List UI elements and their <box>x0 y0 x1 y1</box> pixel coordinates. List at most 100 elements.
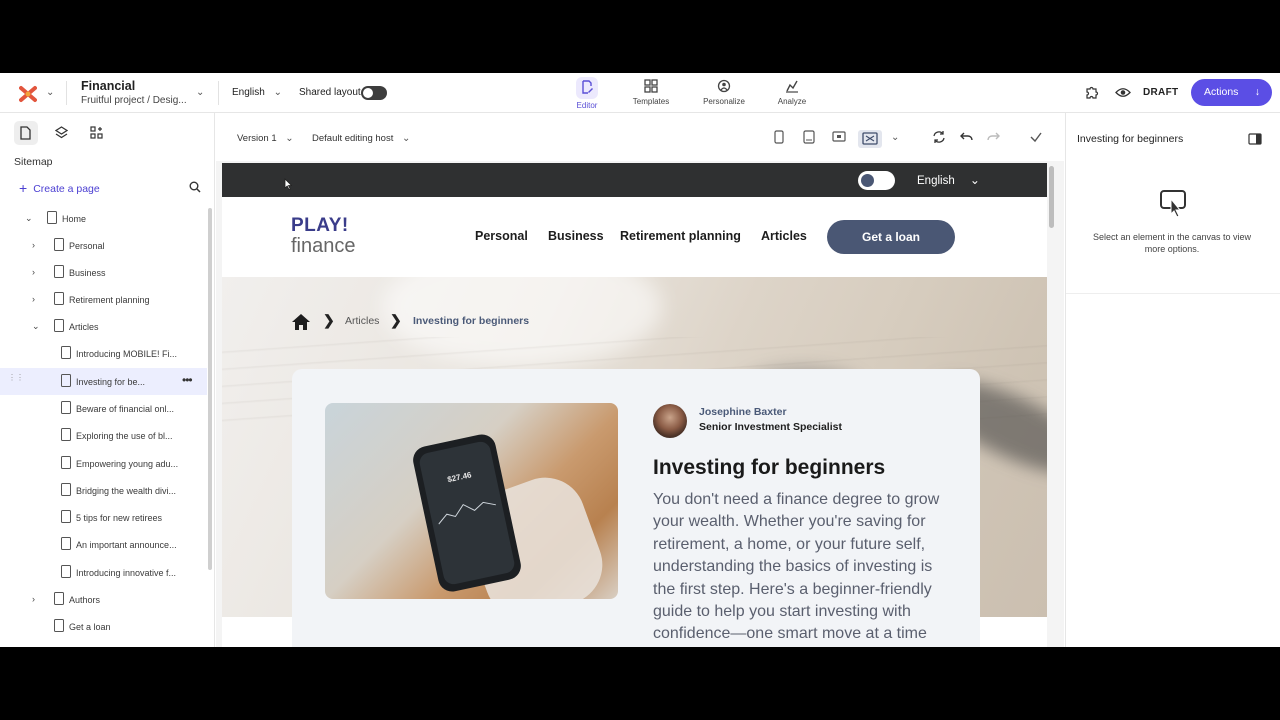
create-page-button[interactable]: + Create a page <box>19 180 100 196</box>
drag-handle-icon[interactable]: ⋮⋮ <box>8 374 24 382</box>
article-image[interactable]: $27.46 <box>325 403 618 599</box>
desktop-view-icon[interactable] <box>832 130 846 144</box>
tree-item-home[interactable]: ⌄ Home <box>0 205 207 232</box>
refresh-icon[interactable] <box>932 130 946 144</box>
site-logo-bottom[interactable]: finance <box>291 235 356 258</box>
chevron-down-icon: ⌄ <box>401 133 411 144</box>
canvas-scrollbar[interactable] <box>1049 166 1054 228</box>
page-icon <box>54 619 64 632</box>
tree-item-get-a-loan[interactable]: Get a loan <box>0 613 207 640</box>
tree-item-article-selected[interactable]: ⋮⋮ Investing for be... ••• <box>0 368 207 395</box>
tree-item-article[interactable]: Beware of financial onl... <box>0 395 207 422</box>
breadcrumb-articles[interactable]: Articles <box>345 315 379 327</box>
project-selector[interactable]: Financial Fruitful project / Desig... <box>81 79 187 106</box>
page-icon <box>61 346 71 359</box>
tree-item-article[interactable]: Introducing MOBILE! Fi... <box>0 340 207 367</box>
mode-editor[interactable]: Editor <box>557 77 617 110</box>
project-chevron-icon[interactable]: ⌄ <box>196 87 204 98</box>
chevron-down-icon[interactable]: ⌄ <box>32 321 40 332</box>
chart-line-icon <box>438 501 497 525</box>
tab-layers[interactable] <box>49 121 73 145</box>
puzzle-icon[interactable] <box>1084 85 1099 100</box>
sidebar-scrollbar[interactable] <box>208 208 212 570</box>
tree-item-authors[interactable]: › Authors <box>0 586 207 613</box>
tree-item-label: Investing for be... <box>76 377 146 387</box>
tree-item-label: Personal <box>69 241 105 251</box>
panel-title: Investing for beginners <box>1077 133 1184 145</box>
mobile-view-icon[interactable] <box>774 130 784 144</box>
divider <box>218 81 219 105</box>
tree-item-article[interactable]: An important announce... <box>0 531 207 558</box>
home-icon[interactable] <box>291 313 311 331</box>
search-icon[interactable] <box>189 181 201 193</box>
tree-item-label: Beware of financial onl... <box>76 404 175 414</box>
chevron-right-icon[interactable]: › <box>32 267 35 277</box>
status-badge: DRAFT <box>1143 87 1179 98</box>
chevron-right-icon[interactable]: › <box>32 294 35 304</box>
tree-item-article[interactable]: Introducing innovative f... <box>0 559 207 586</box>
tree-item-business[interactable]: › Business <box>0 259 207 286</box>
more-options-icon[interactable]: ••• <box>182 373 193 387</box>
site-theme-toggle[interactable] <box>858 171 895 190</box>
mode-analyze[interactable]: Analyze <box>762 77 822 106</box>
mode-personalize[interactable]: Personalize <box>694 77 754 106</box>
chevron-down-icon[interactable]: ⌄ <box>25 213 33 224</box>
tablet-view-icon[interactable] <box>803 130 815 144</box>
actions-button[interactable]: Actions ↓ <box>1191 79 1272 106</box>
version-selector[interactable]: Version 1 ⌄ <box>237 133 294 144</box>
language-selector[interactable]: English ⌄ <box>232 87 282 98</box>
mode-templates[interactable]: Templates <box>621 77 681 106</box>
nav-link-articles[interactable]: Articles <box>761 229 807 243</box>
get-a-loan-button[interactable]: Get a loan <box>827 220 955 254</box>
chevron-down-icon: ⌄ <box>273 87 282 98</box>
article-card[interactable]: $27.46 Josephine Baxter Senior Investmen… <box>292 369 980 647</box>
article-title: Investing for beginners <box>653 456 886 479</box>
tab-components[interactable] <box>84 121 108 145</box>
site-header: PLAY! finance Personal Business Retireme… <box>222 197 1047 277</box>
tree-item-article[interactable]: Exploring the use of bl... <box>0 422 207 449</box>
site-logo-top[interactable]: PLAY! <box>291 215 349 237</box>
page-icon <box>54 292 64 305</box>
tree-item-article[interactable]: 5 tips for new retirees <box>0 504 207 531</box>
panel-toggle-icon[interactable] <box>1248 133 1262 145</box>
author-name[interactable]: Josephine Baxter <box>699 406 787 418</box>
tree-item-article[interactable]: Empowering young adu... <box>0 450 207 477</box>
chevron-right-icon[interactable]: › <box>32 240 35 250</box>
project-name: Financial <box>81 79 136 93</box>
tree-item-articles[interactable]: ⌄ Articles <box>0 313 207 340</box>
mode-label: Templates <box>632 97 670 106</box>
page-preview-frame[interactable]: English ⌄ PLAY! finance Personal Busines… <box>222 163 1047 647</box>
tab-pages[interactable] <box>14 121 38 145</box>
site-language-selector[interactable]: English ⌄ <box>917 173 980 187</box>
tree-item-article[interactable]: Bridging the wealth divi... <box>0 477 207 504</box>
redo-icon[interactable] <box>986 130 1001 144</box>
page-icon <box>20 126 31 140</box>
preview-eye-icon[interactable] <box>1115 85 1131 100</box>
app-switcher-chevron-icon[interactable]: ⌄ <box>46 87 54 98</box>
mode-label: Editor <box>576 101 598 110</box>
fit-view-icon[interactable] <box>858 130 882 148</box>
nav-link-personal[interactable]: Personal <box>475 229 528 243</box>
page-icon <box>61 428 71 441</box>
tree-item-personal[interactable]: › Personal <box>0 232 207 259</box>
divider <box>66 81 67 105</box>
undo-icon[interactable] <box>959 130 974 144</box>
chevron-down-icon[interactable]: ⌄ <box>891 132 899 143</box>
nav-link-retirement-planning[interactable]: Retirement planning <box>620 229 741 243</box>
chevron-right-icon[interactable]: › <box>32 594 35 604</box>
site-language-label: English <box>917 175 955 187</box>
editing-host-selector[interactable]: Default editing host ⌄ <box>312 133 410 144</box>
nav-link-business[interactable]: Business <box>548 229 604 243</box>
app-logo-icon[interactable] <box>19 85 37 103</box>
tree-item-label: 5 tips for new retirees <box>76 513 163 523</box>
checkmark-icon[interactable] <box>1029 130 1043 144</box>
arrow-down-icon: ↓ <box>1254 86 1260 98</box>
author-avatar[interactable] <box>653 404 687 438</box>
shared-layout-toggle[interactable] <box>361 86 387 100</box>
tree-item-label: Authors <box>69 595 101 605</box>
templates-icon <box>644 79 658 93</box>
breadcrumb-current: Investing for beginners <box>413 315 530 327</box>
editor-app: ⌄ Financial Fruitful project / Desig... … <box>0 73 1280 647</box>
tree-item-retirement-planning[interactable]: › Retirement planning <box>0 286 207 313</box>
tree-item-label: Business <box>69 268 106 278</box>
